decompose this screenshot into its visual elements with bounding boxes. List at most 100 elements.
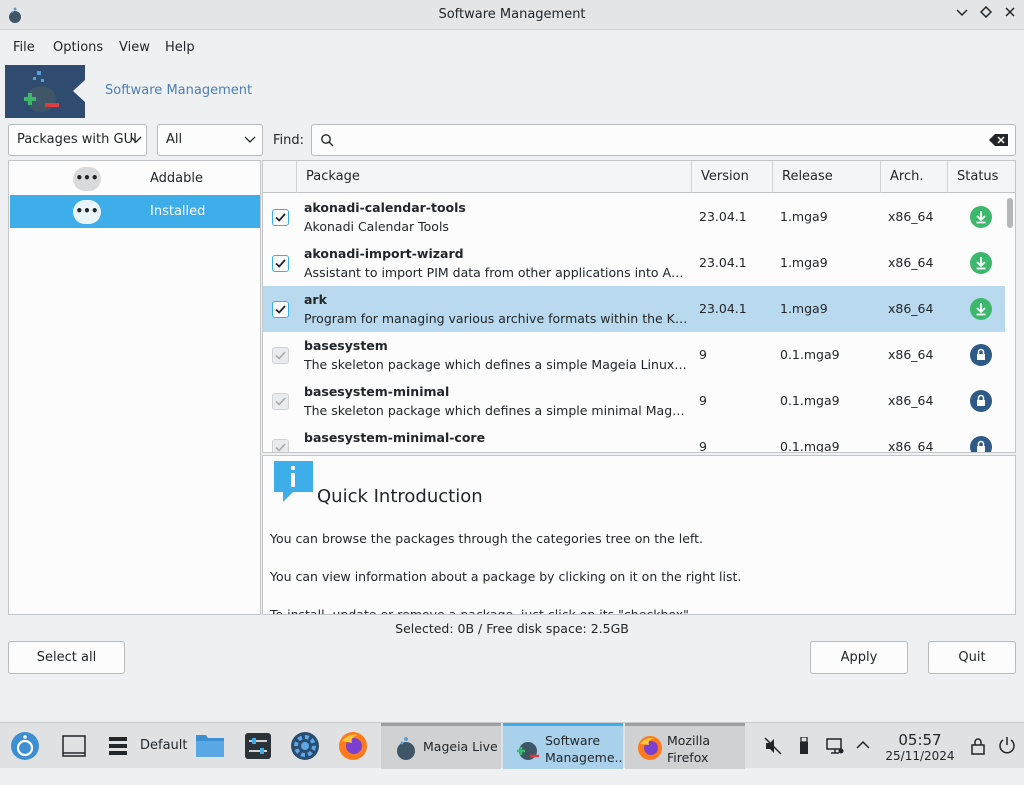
table-row[interactable]: ark Program for managing various archive … [263, 286, 1005, 332]
network-icon[interactable] [826, 737, 844, 783]
column-header-release[interactable]: Release [772, 161, 880, 193]
package-version: 23.04.1 [699, 255, 747, 270]
category-icon: ••• [73, 167, 101, 191]
package-checkbox[interactable] [272, 301, 289, 318]
activity-label[interactable]: Default [140, 738, 188, 753]
package-version: 23.04.1 [699, 301, 747, 316]
window-title: Software Management [438, 7, 586, 22]
launcher-firefox[interactable] [338, 731, 368, 777]
chevron-down-icon [130, 136, 142, 143]
package-release: 1.mga9 [780, 255, 828, 270]
table-row[interactable]: akonadi-calendar-tools Akonadi Calendar T… [263, 194, 1005, 240]
banner-arrow [73, 80, 85, 102]
package-arch: x86_64 [888, 439, 934, 453]
close-icon [1005, 7, 1015, 17]
app-launcher[interactable] [10, 731, 40, 777]
quit-button[interactable]: Quit [928, 641, 1016, 674]
table-header: Package Version Release Arch. Status [263, 161, 1015, 193]
category-installed[interactable]: ••• Installed [10, 195, 260, 228]
package-arch: x86_64 [888, 209, 934, 224]
group-filter-combo[interactable]: Packages with GUI [8, 124, 147, 156]
package-description: Program for managing various archive for… [304, 311, 689, 326]
maximize-button[interactable] [977, 5, 995, 24]
launcher-settings[interactable] [244, 732, 272, 778]
search-input[interactable] [311, 124, 1016, 156]
package-version: 9 [699, 347, 707, 362]
packages-table: Package Version Release Arch. Status ako… [262, 160, 1016, 453]
firefox-icon [638, 736, 662, 760]
table-scrollbar[interactable] [1005, 195, 1015, 452]
menu-view[interactable]: View [119, 40, 150, 55]
close-button[interactable] [1001, 6, 1019, 24]
table-row[interactable]: basesystem The skeleton package which def… [263, 332, 1005, 378]
package-name: basesystem-minimal [304, 384, 450, 399]
category-label: Installed [150, 204, 206, 219]
package-release: 1.mga9 [780, 209, 828, 224]
locked-icon [970, 390, 992, 412]
update-available-icon [970, 298, 992, 320]
package-arch: x86_64 [888, 255, 934, 270]
clock[interactable]: 05:57 25/11/2024 [880, 731, 960, 763]
column-header-version[interactable]: Version [691, 161, 772, 193]
select-all-button[interactable]: Select all [8, 641, 125, 674]
find-label: Find: [273, 133, 305, 148]
show-desktop-button[interactable] [62, 735, 86, 781]
package-name: basesystem [304, 338, 388, 353]
activity-switcher[interactable] [108, 735, 128, 781]
category-addable[interactable]: ••• Addable [10, 162, 260, 195]
package-status [970, 436, 992, 452]
menu-file[interactable]: File [13, 40, 35, 55]
table-row[interactable]: akonadi-import-wizard Assistant to import… [263, 240, 1005, 286]
package-checkbox[interactable] [272, 209, 289, 226]
task-label: Mozilla Firefox [667, 733, 711, 765]
banner-title: Software Management [105, 83, 253, 98]
package-status [970, 298, 992, 320]
task-label: Software Manageme... [545, 733, 623, 765]
task-software-management[interactable]: Software Manageme... [503, 723, 623, 769]
update-available-icon [970, 206, 992, 228]
column-header-package[interactable]: Package [296, 161, 691, 193]
category-label: Addable [150, 171, 203, 186]
apply-button[interactable]: Apply [810, 641, 908, 674]
package-release: 0.1.mga9 [780, 393, 840, 408]
clear-text-icon[interactable] [989, 133, 1009, 147]
usb-device-icon[interactable] [798, 736, 810, 783]
package-description: The skeleton package which defines a sim… [304, 403, 689, 418]
window-titlebar: Software Management [0, 0, 1024, 30]
taskbar: Default Mageia Live Software Manageme...… [0, 722, 1024, 769]
package-status [970, 390, 992, 412]
package-checkbox[interactable] [272, 255, 289, 272]
package-arch: x86_64 [888, 347, 934, 362]
column-header-status[interactable]: Status [947, 161, 1015, 193]
column-header-arch[interactable]: Arch. [880, 161, 947, 193]
desktop-icon [62, 735, 86, 757]
mageia-launcher-icon [11, 732, 39, 760]
package-checkbox [272, 347, 289, 364]
task-firefox[interactable]: Mozilla Firefox [625, 723, 745, 769]
firefox-icon [339, 732, 367, 760]
menu-bar: File Options View Help [0, 34, 1024, 60]
minimize-button[interactable] [953, 6, 971, 24]
system-settings-icon [245, 733, 271, 759]
chevron-down-icon [956, 9, 968, 17]
gear-icon [291, 732, 319, 760]
task-mageia-live[interactable]: Mageia Live [381, 723, 501, 769]
info-panel: Quick Introduction You can browse the pa… [262, 455, 1016, 615]
table-row[interactable]: basesystem-minimal The skeleton package w… [263, 378, 1005, 424]
info-line: To install, update or remove a package, … [270, 607, 693, 615]
package-checkbox [272, 439, 289, 452]
clock-time: 05:57 [898, 731, 942, 749]
power-icon[interactable] [998, 736, 1016, 782]
launcher-control-center[interactable] [290, 731, 320, 777]
menu-help[interactable]: Help [165, 40, 195, 55]
table-row[interactable]: basesystem-minimal-core 9 0.1.mga9 x86_64 [263, 424, 1005, 453]
volume-muted-icon[interactable] [764, 737, 782, 783]
launcher-file-manager[interactable] [195, 732, 225, 778]
menu-options[interactable]: Options [53, 40, 103, 55]
package-version: 23.04.1 [699, 209, 747, 224]
tray-expand-icon[interactable] [856, 739, 870, 785]
status-filter-combo[interactable]: All [157, 124, 263, 156]
info-line: You can browse the packages through the … [270, 531, 703, 546]
scrollbar-thumb[interactable] [1007, 198, 1013, 228]
lock-screen-icon[interactable] [971, 737, 985, 783]
